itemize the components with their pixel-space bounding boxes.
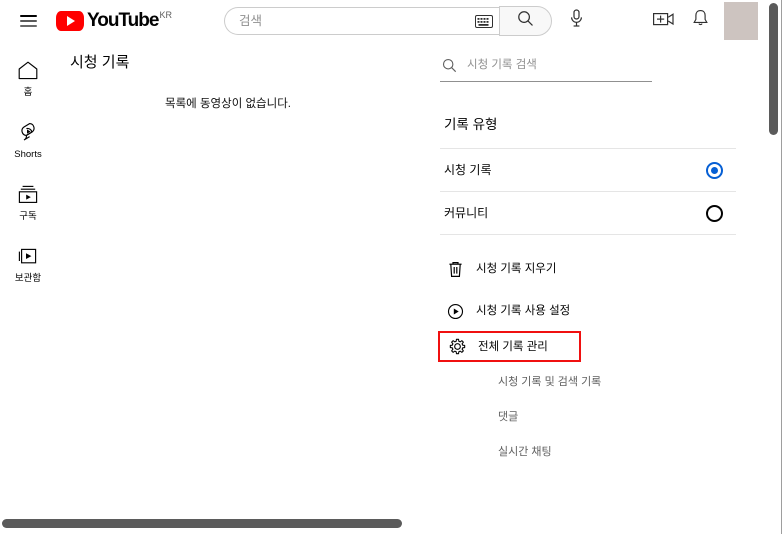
radio-button-community[interactable]	[706, 204, 723, 222]
youtube-play-icon	[56, 11, 84, 31]
avatar[interactable]	[724, 2, 758, 40]
sidebar-label-shorts: Shorts	[14, 149, 42, 160]
radio-label-community: 커뮤니티	[444, 206, 489, 220]
radio-label-watch-history: 시청 기록	[444, 163, 492, 177]
youtube-history-page: YouTube KR 검색 홈 Shorts 구독 보관함 시청 기록 목록에 …	[0, 0, 782, 534]
search-submit-button[interactable]	[498, 6, 552, 36]
vertical-scrollbar[interactable]	[767, 0, 781, 534]
clear-watch-history-button[interactable]: 시청 기록 지우기	[440, 253, 740, 285]
library-icon	[17, 244, 39, 268]
mini-guide-sidebar: 홈 Shorts 구독 보관함	[0, 48, 56, 296]
pause-watch-history-button[interactable]: 시청 기록 사용 설정	[440, 295, 740, 327]
clear-watch-history-label: 시청 기록 지우기	[476, 263, 557, 275]
sub-link-live-chat[interactable]: 실시간 채팅	[498, 445, 552, 460]
create-video-icon	[653, 11, 675, 32]
page-title: 시청 기록	[70, 54, 130, 71]
pause-watch-history-label: 시청 기록 사용 설정	[476, 305, 571, 317]
keyboard-icon[interactable]	[474, 14, 493, 28]
youtube-country-code: KR	[159, 10, 172, 20]
vertical-scrollbar-thumb[interactable]	[769, 3, 778, 135]
sidebar-item-library[interactable]: 보관함	[0, 234, 56, 296]
hamburger-icon	[19, 15, 37, 27]
masthead: YouTube KR 검색	[0, 0, 770, 42]
search-area: 검색	[223, 6, 592, 36]
sidebar-item-subscriptions[interactable]: 구독	[0, 172, 56, 234]
sub-link-watch-and-search-history[interactable]: 시청 기록 및 검색 기록	[498, 375, 601, 390]
horizontal-scrollbar-thumb[interactable]	[2, 519, 402, 528]
shorts-icon	[17, 120, 39, 144]
manage-all-history-button[interactable]: 전체 기록 관리	[438, 331, 581, 362]
history-sub-links: 시청 기록 및 검색 기록 댓글 실시간 채팅	[440, 372, 740, 477]
sidebar-label-library: 보관함	[14, 273, 42, 284]
youtube-logo-text: YouTube	[87, 10, 159, 31]
radio-option-watch-history[interactable]: 시청 기록	[440, 149, 736, 191]
sidebar-item-shorts[interactable]: Shorts	[0, 110, 56, 172]
empty-state-message: 목록에 동영상이 없습니다.	[165, 98, 291, 110]
sub-link-comments[interactable]: 댓글	[498, 410, 518, 425]
sidebar-label-home: 홈	[23, 87, 33, 98]
microphone-icon	[569, 9, 584, 33]
notifications-button[interactable]	[682, 3, 718, 39]
bell-icon	[692, 9, 709, 33]
gear-icon	[446, 336, 468, 358]
divider	[440, 234, 736, 235]
history-search-placeholder: 시청 기록 검색	[467, 59, 537, 71]
search-icon	[517, 10, 534, 32]
manage-all-history-label: 전체 기록 관리	[478, 340, 548, 353]
play-circle-icon	[444, 300, 466, 322]
voice-search-button[interactable]	[562, 6, 592, 36]
history-type-heading: 기록 유형	[444, 117, 498, 132]
home-icon	[17, 58, 39, 82]
guide-menu-button[interactable]	[8, 1, 48, 41]
youtube-logo[interactable]: YouTube KR	[56, 9, 172, 33]
masthead-actions	[646, 0, 758, 42]
search-icon	[442, 58, 457, 73]
radio-option-community[interactable]: 커뮤니티	[440, 192, 736, 234]
trash-icon	[444, 258, 466, 280]
subscriptions-icon	[17, 182, 39, 206]
search-input[interactable]: 검색	[223, 7, 499, 35]
horizontal-scrollbar[interactable]	[0, 516, 768, 534]
sidebar-label-subscriptions: 구독	[19, 211, 37, 222]
radio-button-watch-history[interactable]	[706, 161, 723, 179]
history-search-input[interactable]: 시청 기록 검색	[440, 58, 652, 82]
search-input-text: 검색	[238, 14, 262, 28]
main-content: 시청 기록 목록에 동영상이 없습니다.	[56, 52, 430, 112]
sidebar-item-home[interactable]: 홈	[0, 48, 56, 110]
history-options-panel: 시청 기록 검색 기록 유형 시청 기록 커뮤니티 시청 기록 지우기 시청 기…	[438, 58, 740, 477]
history-actions: 시청 기록 지우기 시청 기록 사용 설정 전체 기록 관리 시청 기록 및 검…	[438, 253, 740, 477]
create-button[interactable]	[646, 3, 682, 39]
